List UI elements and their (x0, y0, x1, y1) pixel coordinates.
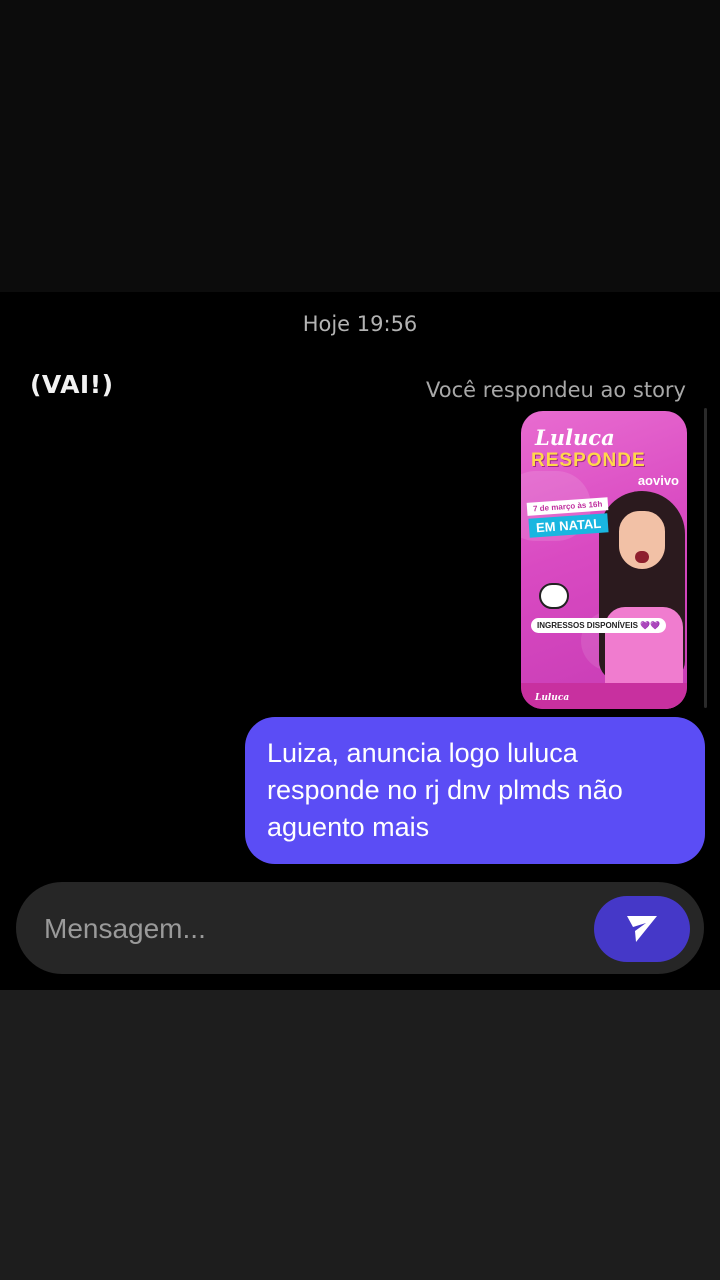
story-thumbnail[interactable]: Luluca RESPONDE aovivo 7 de março às 16h… (521, 411, 687, 709)
story-title: RESPONDE (531, 450, 646, 471)
overlay-caption: (VAI!) (30, 370, 114, 399)
message-composer (16, 882, 704, 974)
story-footer: Luluca (521, 683, 687, 709)
bottom-blank-area (0, 990, 720, 1280)
send-button[interactable] (594, 896, 690, 962)
message-timestamp: Hoje 19:56 (302, 312, 418, 336)
story-subtitle: aovivo (637, 473, 679, 488)
story-footer-brand: Luluca (535, 693, 570, 703)
scrollbar[interactable] (704, 408, 707, 708)
top-blank-area (0, 0, 720, 292)
tickets-link-sticker: INGRESSOS DISPONÍVEIS 💜💜 (531, 618, 667, 633)
panda-sticker-icon (539, 583, 569, 609)
message-input[interactable] (42, 904, 586, 954)
send-icon (627, 916, 657, 942)
sent-message-bubble[interactable]: Luiza, anuncia logo luluca responde no r… (245, 717, 705, 864)
story-reply-label: Você respondeu ao story (426, 378, 686, 402)
story-brand-logo: Luluca (535, 425, 615, 450)
